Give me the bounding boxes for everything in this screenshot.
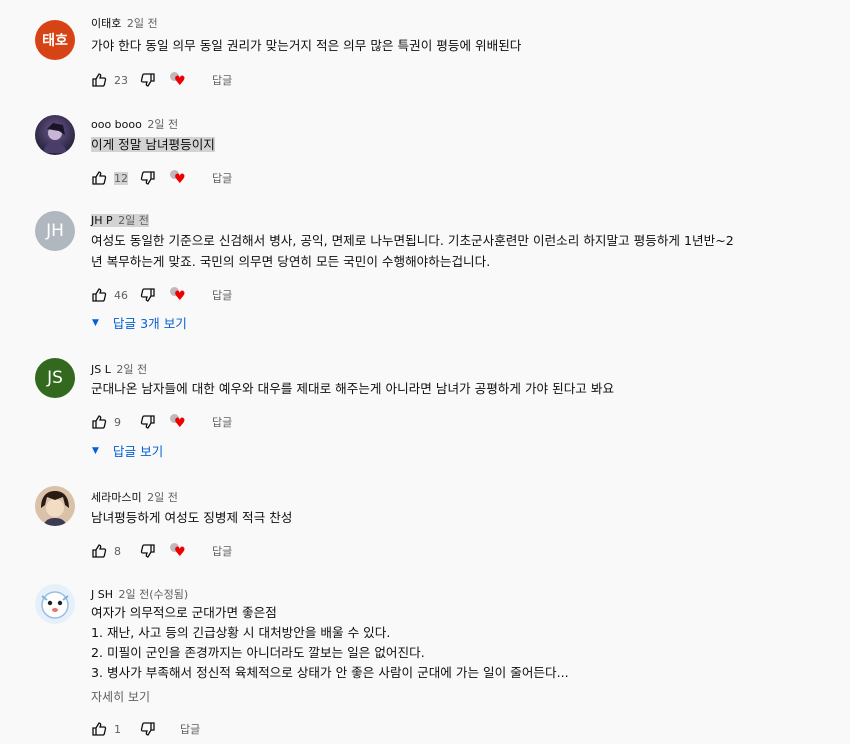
comment-text-line: 2. 미필이 군인을 존경까지는 아니더라도 깔보는 일은 없어진다. [91,645,425,660]
avatar-initials: 태호 [42,33,68,49]
like-count: 46 [114,288,128,302]
author-name[interactable]: 이태호 [91,17,121,30]
like-count: 1 [114,722,121,736]
like-count: 12 [114,171,134,185]
comment-header: JH P 2일 전 [91,212,149,228]
thumbs-down-icon[interactable] [140,721,156,737]
thumbs-up-icon[interactable] [91,543,107,559]
comment-actions: 9 ♥ 답글 [91,412,232,432]
view-replies-button[interactable]: ▼ 답글 3개 보기 [92,313,187,332]
comment-actions: 23 ♥ 답글 [91,70,232,90]
caret-down-icon: ▼ [92,445,99,456]
comment-thread: 세라마스미 2일 전 남녀평등하게 여성도 징병제 적극 찬성 8 ♥ 답글 [0,480,850,570]
author-name[interactable]: 세라마스미 [91,491,142,504]
comment-text-line: 이게 정말 남녀평등이지 [91,137,215,152]
thumbs-up-icon[interactable] [91,721,107,737]
avatar-initials: JH [46,221,64,241]
thumbs-up-icon[interactable] [91,414,107,430]
creator-heart-icon: ♥ [170,170,186,186]
comment-thread: 태호 이태호 2일 전 가야 한다 동일 의무 동일 권리가 맞는거지 적은 의… [0,0,850,110]
comment-header: 세라마스미 2일 전 [91,489,178,505]
reply-button[interactable]: 답글 [212,170,232,186]
comment-actions: 8 ♥ 답글 [91,541,232,561]
timestamp[interactable]: 2일 전(수정됨) [119,588,189,601]
thumbs-up-icon[interactable] [91,287,107,303]
creator-heart-icon: ♥ [170,287,186,303]
comment-text-line: 년 복무하는게 맞죠. 국민의 의무면 당연히 모든 국민이 수행해야하는겁니다… [91,254,491,269]
view-replies-label: 답글 보기 [112,444,164,459]
reply-button[interactable]: 답글 [212,414,232,430]
timestamp[interactable]: 2일 전 [116,363,147,376]
comment-thread: JS JS L 2일 전 군대나온 남자들에 대한 예우와 대우를 제대로 해주… [0,355,850,465]
comment-thread: JH JH P 2일 전 여성도 동일한 기준으로 신검해서 병사, 공익, 면… [0,200,850,350]
avatar-initials: JS [47,368,63,388]
comment-text-line: 1. 재난, 사고 등의 긴급상황 시 대처방안을 배울 수 있다. [91,625,391,640]
like-count: 8 [114,544,121,558]
creator-heart-icon: ♥ [170,543,186,559]
comment-text: 남녀평등하게 여성도 징병제 적극 찬성 [91,510,293,525]
author-name[interactable]: ooo booo [91,118,142,131]
thumbs-up-icon[interactable] [91,170,107,186]
comment-text-line: 여성도 동일한 기준으로 신검해서 병사, 공익, 면제로 나누면됩니다. 기초… [91,233,734,248]
comment-text: 가야 한다 동일 의무 동일 권리가 맞는거지 적은 의무 많은 특권이 평등에… [91,38,522,53]
avatar-image [41,491,69,526]
like-count: 9 [114,415,121,429]
thumbs-down-icon[interactable] [140,170,156,186]
comment-thread: J SH 2일 전(수정됨) 여자가 의무적으로 군대가면 좋은점 1. 재난,… [0,578,850,744]
thumbs-up-icon[interactable] [91,72,107,88]
thumbs-down-icon[interactable] [140,414,156,430]
thumbs-down-icon[interactable] [140,72,156,88]
timestamp[interactable]: 2일 전 [118,214,149,227]
reply-button[interactable]: 답글 [180,721,200,737]
reply-button[interactable]: 답글 [212,72,232,88]
avatar[interactable]: 태호 [35,20,75,60]
comment-header: JS L 2일 전 [91,361,147,377]
comment-actions: 46 ♥ 답글 [91,285,232,305]
avatar[interactable] [35,115,75,155]
like-count-value: 12 [114,171,128,185]
reply-button[interactable]: 답글 [212,287,232,303]
comment-actions: 12 ♥ 답글 [91,168,232,188]
thumbs-down-icon[interactable] [140,543,156,559]
comment-thread: ooo booo 2일 전 이게 정말 남녀평등이지 12 ♥ 답글 [0,105,850,205]
reply-button[interactable]: 답글 [212,543,232,559]
avatar[interactable]: JS [35,358,75,398]
avatar-image [43,123,67,153]
thumbs-down-icon[interactable] [140,287,156,303]
like-count: 23 [114,73,128,87]
view-replies-button[interactable]: ▼ 답글 보기 [92,441,163,460]
comment-text: 군대나온 남자들에 대한 예우와 대우를 제대로 해주는게 아니라면 남녀가 공… [91,381,615,396]
author-name[interactable]: JH P [91,214,113,227]
avatar[interactable] [35,486,75,526]
author-name[interactable]: JS L [91,363,111,376]
comment-text: 이게 정말 남녀평등이지 [91,135,215,155]
comment-header: ooo booo 2일 전 [91,116,178,132]
view-replies-label: 답글 3개 보기 [112,316,187,331]
comment-text-line: 3. 병사가 부족해서 정신적 육체적으로 상태가 안 좋은 사람이 군대에 가… [91,665,569,680]
timestamp[interactable]: 2일 전 [127,17,158,30]
read-more-button[interactable]: 자세히 보기 [91,688,150,705]
caret-down-icon: ▼ [92,317,99,328]
comment-header: 이태호 2일 전 [91,15,158,31]
avatar-image [41,591,69,619]
avatar[interactable]: JH [35,211,75,251]
timestamp[interactable]: 2일 전 [147,118,178,131]
creator-heart-icon: ♥ [170,72,186,88]
comment-text-line: 여자가 의무적으로 군대가면 좋은점 [91,605,277,620]
timestamp[interactable]: 2일 전 [147,491,178,504]
creator-heart-icon: ♥ [170,414,186,430]
comment-header: J SH 2일 전(수정됨) [91,586,188,602]
author-name[interactable]: J SH [91,588,113,601]
comment-actions: 1 답글 [91,719,200,739]
avatar[interactable] [35,584,75,624]
